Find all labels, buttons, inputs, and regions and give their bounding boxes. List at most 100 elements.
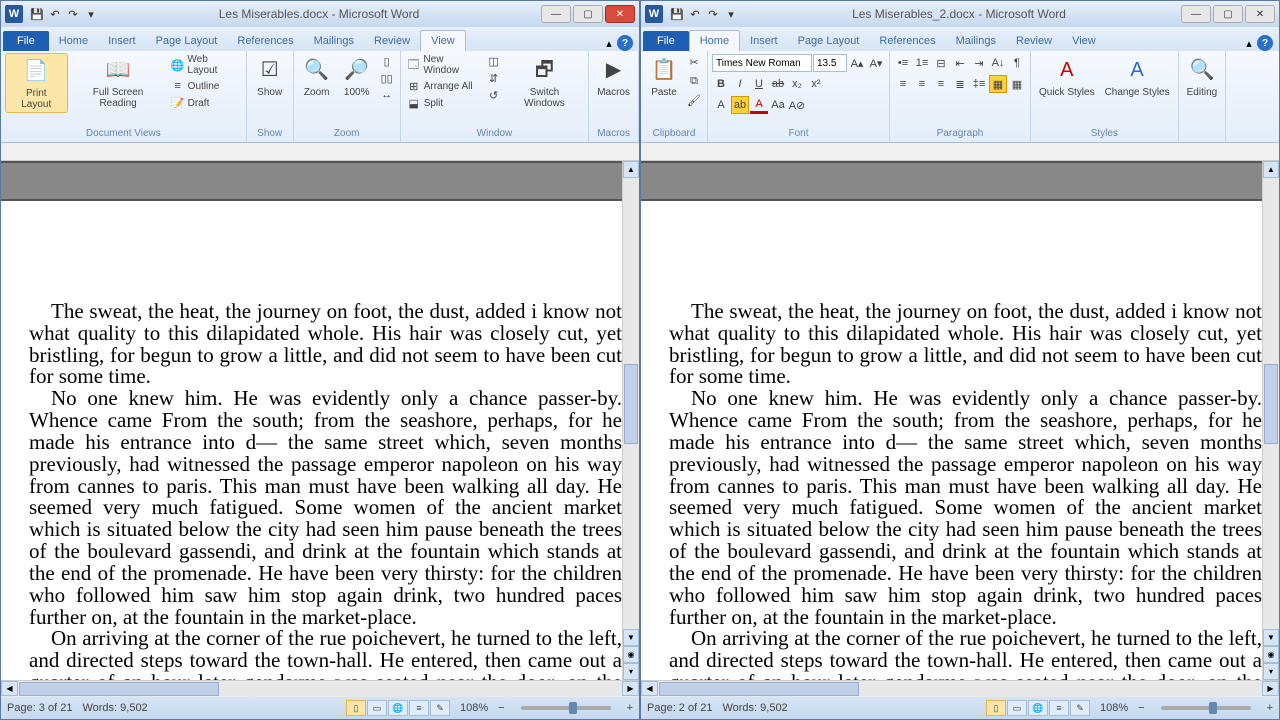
align-right-button[interactable]: ≡ xyxy=(932,75,950,93)
superscript-button[interactable]: x² xyxy=(807,75,825,93)
split-button[interactable]: ⬓Split xyxy=(405,95,483,111)
status-web-layout-button[interactable]: 🌐 xyxy=(1028,700,1048,716)
font-name-combo[interactable]: Times New Roman xyxy=(712,54,812,72)
redo-icon[interactable]: ↷ xyxy=(705,6,721,22)
ribbon-minimize-icon[interactable]: ▴ xyxy=(601,35,617,51)
scroll-right-button[interactable]: ▶ xyxy=(1262,681,1279,696)
vertical-scrollbar[interactable]: ▲ ▼ ◉ ▾ xyxy=(1262,161,1279,680)
font-color-button[interactable]: A xyxy=(750,96,768,114)
close-button[interactable]: ✕ xyxy=(605,5,635,23)
one-page-button[interactable]: ▯ xyxy=(378,53,396,69)
zoom-button[interactable]: 🔍 Zoom xyxy=(298,53,336,100)
web-layout-button[interactable]: 🌐Web Layout xyxy=(169,53,242,77)
clear-formatting-button[interactable]: A⊘ xyxy=(788,96,806,114)
undo-icon[interactable]: ↶ xyxy=(687,6,703,22)
scroll-up-button[interactable]: ▲ xyxy=(623,161,639,178)
show-marks-button[interactable]: ¶ xyxy=(1008,54,1026,72)
justify-button[interactable]: ≣ xyxy=(951,75,969,93)
two-pages-button[interactable]: ▯▯ xyxy=(378,70,396,86)
status-page[interactable]: Page: 2 of 21 xyxy=(647,702,712,714)
status-full-screen-button[interactable]: ▭ xyxy=(1007,700,1027,716)
tab-review[interactable]: Review xyxy=(1006,31,1062,51)
numbering-button[interactable]: 1≡ xyxy=(913,54,931,72)
help-icon[interactable]: ? xyxy=(1257,35,1273,51)
print-layout-button[interactable]: 📄 Print Layout xyxy=(5,53,68,113)
horizontal-ruler[interactable] xyxy=(641,143,1279,161)
qat-dropdown-icon[interactable]: ▾ xyxy=(723,6,739,22)
bullets-button[interactable]: •≡ xyxy=(894,54,912,72)
horizontal-scrollbar[interactable]: ◀ ▶ xyxy=(1,680,639,697)
scroll-thumb[interactable] xyxy=(1264,364,1278,444)
sync-scroll-button[interactable]: ⇵ xyxy=(485,70,503,86)
italic-button[interactable]: I xyxy=(731,75,749,93)
multilevel-list-button[interactable]: ⊟ xyxy=(932,54,950,72)
grow-font-button[interactable]: A▴ xyxy=(848,54,866,72)
status-words[interactable]: Words: 9,502 xyxy=(82,702,147,714)
status-outline-button[interactable]: ≡ xyxy=(409,700,429,716)
zoom-in-button[interactable]: + xyxy=(1267,702,1273,714)
save-icon[interactable]: 💾 xyxy=(29,6,45,22)
scroll-left-button[interactable]: ◀ xyxy=(1,681,18,696)
hscroll-thumb[interactable] xyxy=(19,682,219,696)
tab-references[interactable]: References xyxy=(869,31,945,51)
editing-button[interactable]: 🔍 Editing xyxy=(1183,53,1222,100)
document-canvas[interactable]: The sweat, the heat, the journey on foot… xyxy=(1,161,622,680)
draft-button[interactable]: 📝Draft xyxy=(169,95,242,111)
minimize-button[interactable]: — xyxy=(541,5,571,23)
highlight-button[interactable]: ab xyxy=(731,96,749,114)
tab-references[interactable]: References xyxy=(227,31,303,51)
status-print-layout-button[interactable]: ▯ xyxy=(986,700,1006,716)
line-spacing-button[interactable]: ‡≡ xyxy=(970,75,988,93)
scroll-thumb[interactable] xyxy=(624,364,638,444)
tab-home[interactable]: Home xyxy=(49,31,98,51)
document-canvas[interactable]: The sweat, the heat, the journey on foot… xyxy=(641,161,1262,680)
tab-mailings[interactable]: Mailings xyxy=(304,31,364,51)
tab-home[interactable]: Home xyxy=(689,30,740,51)
help-icon[interactable]: ? xyxy=(617,35,633,51)
status-words[interactable]: Words: 9,502 xyxy=(722,702,787,714)
align-center-button[interactable]: ≡ xyxy=(913,75,931,93)
scroll-down-button[interactable]: ▼ xyxy=(623,629,639,646)
browse-next-button[interactable]: ▾ xyxy=(1263,663,1279,680)
document-text[interactable]: The sweat, the heat, the journey on foot… xyxy=(641,301,1262,680)
page-width-button[interactable]: ↔ xyxy=(378,87,396,103)
zoom-out-button[interactable]: − xyxy=(1138,702,1144,714)
horizontal-ruler[interactable] xyxy=(1,143,639,161)
minimize-button[interactable]: — xyxy=(1181,5,1211,23)
scroll-down-button[interactable]: ▼ xyxy=(1263,629,1279,646)
hscroll-thumb[interactable] xyxy=(659,682,859,696)
zoom-in-button[interactable]: + xyxy=(627,702,633,714)
close-button[interactable]: ✕ xyxy=(1245,5,1275,23)
arrange-all-button[interactable]: ⊞Arrange All xyxy=(405,78,483,94)
tab-page-layout[interactable]: Page Layout xyxy=(788,31,870,51)
strikethrough-button[interactable]: ab xyxy=(769,75,787,93)
underline-button[interactable]: U xyxy=(750,75,768,93)
show-button[interactable]: ☑ Show xyxy=(251,53,289,100)
tab-view[interactable]: View xyxy=(1062,31,1106,51)
subscript-button[interactable]: x₂ xyxy=(788,75,806,93)
cut-button[interactable]: ✂ xyxy=(685,53,703,71)
decrease-indent-button[interactable]: ⇤ xyxy=(951,54,969,72)
tab-insert[interactable]: Insert xyxy=(740,31,788,51)
tab-mailings[interactable]: Mailings xyxy=(946,31,1006,51)
switch-windows-button[interactable]: 🗗 Switch Windows xyxy=(505,53,585,111)
tab-review[interactable]: Review xyxy=(364,31,420,51)
status-outline-button[interactable]: ≡ xyxy=(1049,700,1069,716)
tab-view[interactable]: View xyxy=(420,30,466,51)
scroll-right-button[interactable]: ▶ xyxy=(622,681,639,696)
status-zoom-level[interactable]: 108% xyxy=(460,702,488,714)
side-by-side-button[interactable]: ◫ xyxy=(485,53,503,69)
change-styles-button[interactable]: A Change Styles xyxy=(1101,53,1174,100)
zoom-slider-thumb[interactable] xyxy=(569,702,577,714)
document-text[interactable]: The sweat, the heat, the journey on foot… xyxy=(1,301,622,680)
zoom-slider[interactable] xyxy=(1161,706,1251,710)
status-web-layout-button[interactable]: 🌐 xyxy=(388,700,408,716)
zoom-slider[interactable] xyxy=(521,706,611,710)
status-print-layout-button[interactable]: ▯ xyxy=(346,700,366,716)
horizontal-scrollbar[interactable]: ◀ ▶ xyxy=(641,680,1279,697)
save-icon[interactable]: 💾 xyxy=(669,6,685,22)
paste-button[interactable]: 📋 Paste xyxy=(645,53,683,100)
redo-icon[interactable]: ↷ xyxy=(65,6,81,22)
text-effects-button[interactable]: A xyxy=(712,96,730,114)
scroll-left-button[interactable]: ◀ xyxy=(641,681,658,696)
